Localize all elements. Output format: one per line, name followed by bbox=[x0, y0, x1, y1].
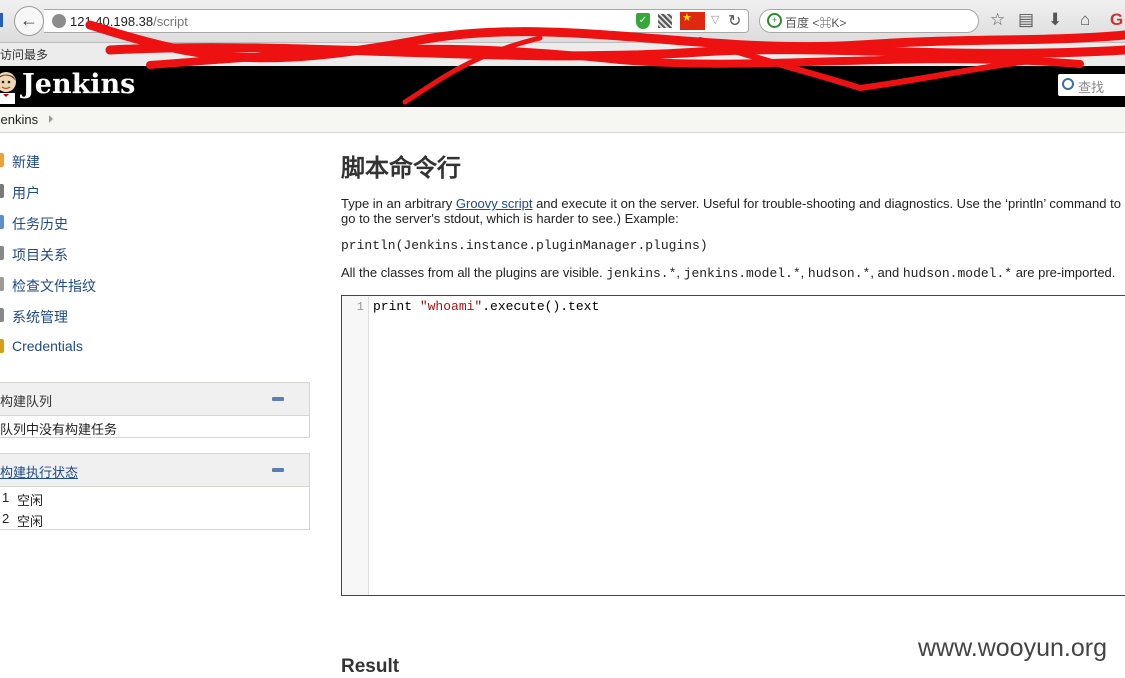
page-title: 脚本命令行 bbox=[341, 155, 461, 182]
executor-status-title[interactable]: 构建执行状态 bbox=[0, 462, 78, 481]
editor-gutter: 1 bbox=[342, 296, 369, 595]
breadcrumb-arrow-icon[interactable] bbox=[49, 115, 53, 123]
groovy-script-link[interactable]: Groovy script bbox=[456, 196, 533, 211]
redaction-scribble bbox=[85, 20, 1125, 105]
classes-text: All the classes from all the plugins are… bbox=[341, 265, 607, 280]
task-label: 项目关系 bbox=[12, 247, 68, 263]
build-queue-pane: 构建队列 队列中没有构建任务 bbox=[0, 382, 310, 438]
task-label: 新建 bbox=[12, 154, 40, 170]
package-name: jenkins.* bbox=[606, 266, 677, 281]
script-editor[interactable]: 1 print "whoami".execute().text bbox=[341, 295, 1125, 596]
collapse-icon[interactable] bbox=[272, 397, 284, 401]
code-line[interactable]: print "whoami".execute().text bbox=[373, 299, 599, 314]
breadcrumb-jenkins[interactable]: Jenkins bbox=[0, 112, 38, 127]
search-icon bbox=[0, 246, 4, 260]
package-name: jenkins.model.* bbox=[683, 266, 801, 281]
task-label: 用户 bbox=[12, 185, 40, 201]
task-label: 检查文件指纹 bbox=[12, 278, 96, 294]
executor-row: 1 空闲 bbox=[0, 487, 309, 508]
key-icon bbox=[0, 339, 4, 353]
description-text: Type in an arbitrary bbox=[341, 196, 456, 211]
classes-text: , and bbox=[870, 265, 903, 280]
collapse-icon[interactable] bbox=[272, 468, 284, 472]
executor-number: 2 bbox=[2, 511, 10, 526]
executor-row: 2 空闲 bbox=[0, 508, 309, 529]
line-number: 1 bbox=[356, 300, 364, 314]
task-label: 系统管理 bbox=[12, 309, 68, 325]
executor-status: 空闲 bbox=[17, 514, 44, 529]
example-code: println(Jenkins.instance.pluginManager.p… bbox=[341, 238, 708, 253]
breadcrumb: Jenkins bbox=[0, 107, 1125, 133]
fingerprint-icon bbox=[0, 277, 4, 291]
classes-text: are pre-imported. bbox=[1012, 265, 1116, 280]
build-queue-empty-text: 队列中没有构建任务 bbox=[0, 422, 118, 437]
watermark: www.wooyun.org bbox=[918, 634, 1107, 662]
people-icon bbox=[0, 184, 4, 198]
task-label: 任务历史 bbox=[12, 216, 68, 232]
code-token: .execute().text bbox=[482, 299, 600, 314]
executor-number: 1 bbox=[2, 490, 10, 505]
classes-text: , bbox=[676, 265, 684, 280]
build-queue-title: 构建队列 bbox=[0, 394, 53, 409]
new-item-icon bbox=[0, 153, 4, 167]
description-text: go to the server's stdout, which is hard… bbox=[341, 211, 679, 226]
package-name: hudson.* bbox=[807, 266, 871, 281]
description-text: and execute it on the server. Useful for… bbox=[532, 196, 1125, 211]
build-queue-header: 构建队列 bbox=[0, 383, 309, 416]
build-queue-empty: 队列中没有构建任务 bbox=[0, 416, 309, 437]
code-string-token: "whoami" bbox=[419, 299, 483, 314]
classes-text: , bbox=[800, 265, 808, 280]
preimported-classes: All the classes from all the plugins are… bbox=[341, 265, 1115, 281]
history-icon bbox=[0, 215, 4, 229]
description: Type in an arbitrary Groovy script and e… bbox=[341, 196, 1125, 226]
wrench-icon bbox=[0, 308, 4, 322]
package-name: hudson.model.* bbox=[902, 266, 1013, 281]
executor-status-pane: 构建执行状态 1 空闲 2 空闲 bbox=[0, 453, 310, 530]
result-heading: Result bbox=[341, 656, 400, 677]
task-label: Credentials bbox=[12, 338, 83, 354]
executor-status: 空闲 bbox=[17, 493, 44, 508]
executor-status-header: 构建执行状态 bbox=[0, 454, 309, 487]
code-token: print bbox=[373, 299, 420, 314]
